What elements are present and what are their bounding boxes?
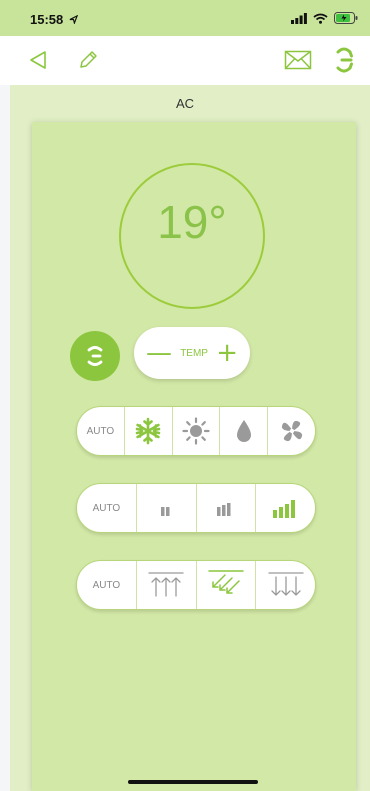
fan-speed-selector: AUTO xyxy=(76,483,316,533)
battery-icon xyxy=(334,12,358,24)
fan-icon xyxy=(281,420,302,442)
status-time: 15:58 xyxy=(30,12,79,27)
fan-auto-button[interactable]: AUTO xyxy=(77,484,137,532)
fan-low-button[interactable] xyxy=(137,484,197,532)
cellular-signal-icon xyxy=(291,12,307,24)
power-icon xyxy=(87,346,103,366)
edit-button[interactable] xyxy=(72,44,104,76)
fan-speed-low-icon xyxy=(161,507,170,516)
fan-auto-label: AUTO xyxy=(92,502,121,514)
mode-cool-button[interactable] xyxy=(125,407,173,455)
swing-up-button[interactable] xyxy=(137,561,197,609)
power-toolbar-button[interactable] xyxy=(328,44,360,76)
status-bar: 15:58 xyxy=(0,0,370,36)
mode-selector: AUTO xyxy=(76,406,316,456)
swing-selector: AUTO xyxy=(76,560,316,610)
left-edge xyxy=(0,85,10,791)
power-button[interactable] xyxy=(70,331,120,381)
pencil-icon xyxy=(80,51,97,68)
temperature-display: 19° xyxy=(157,196,227,248)
swing-up-icon xyxy=(148,572,184,597)
home-indicator[interactable] xyxy=(128,780,258,784)
fan-medium-button[interactable] xyxy=(197,484,257,532)
swing-auto-button[interactable]: AUTO xyxy=(77,561,137,609)
temp-minus-button[interactable]: — xyxy=(146,340,172,366)
swing-diagonal-icon xyxy=(208,570,244,594)
status-icons xyxy=(291,11,358,25)
back-triangle-icon xyxy=(30,51,46,69)
toolbar xyxy=(0,36,370,85)
mail-button[interactable] xyxy=(282,44,314,76)
location-arrow-icon xyxy=(69,14,79,26)
mode-fan-button[interactable] xyxy=(268,407,315,455)
mode-auto-label: AUTO xyxy=(86,425,115,437)
fan-speed-high-icon xyxy=(272,500,295,518)
fan-high-button[interactable] xyxy=(256,484,315,532)
time-text: 15:58 xyxy=(30,12,64,27)
fan-speed-medium-icon xyxy=(216,503,231,516)
back-button[interactable] xyxy=(22,44,54,76)
page-title: AC xyxy=(175,96,195,111)
snowflake-icon xyxy=(135,417,161,445)
power-icon xyxy=(336,47,353,73)
droplet-icon xyxy=(236,420,251,442)
mode-heat-button[interactable] xyxy=(173,407,221,455)
temp-label: TEMP xyxy=(180,347,208,359)
swing-down-button[interactable] xyxy=(256,561,315,609)
mode-dry-button[interactable] xyxy=(220,407,269,455)
temperature-control: — TEMP + xyxy=(134,327,250,379)
swing-diagonal-button[interactable] xyxy=(197,561,257,609)
wifi-icon xyxy=(313,13,328,24)
swing-auto-label: AUTO xyxy=(92,579,121,591)
mode-auto-button[interactable]: AUTO xyxy=(77,407,125,455)
temp-plus-button[interactable]: + xyxy=(216,340,238,366)
mail-icon xyxy=(284,50,312,70)
swing-down-icon xyxy=(267,572,304,596)
sun-icon xyxy=(182,417,210,445)
